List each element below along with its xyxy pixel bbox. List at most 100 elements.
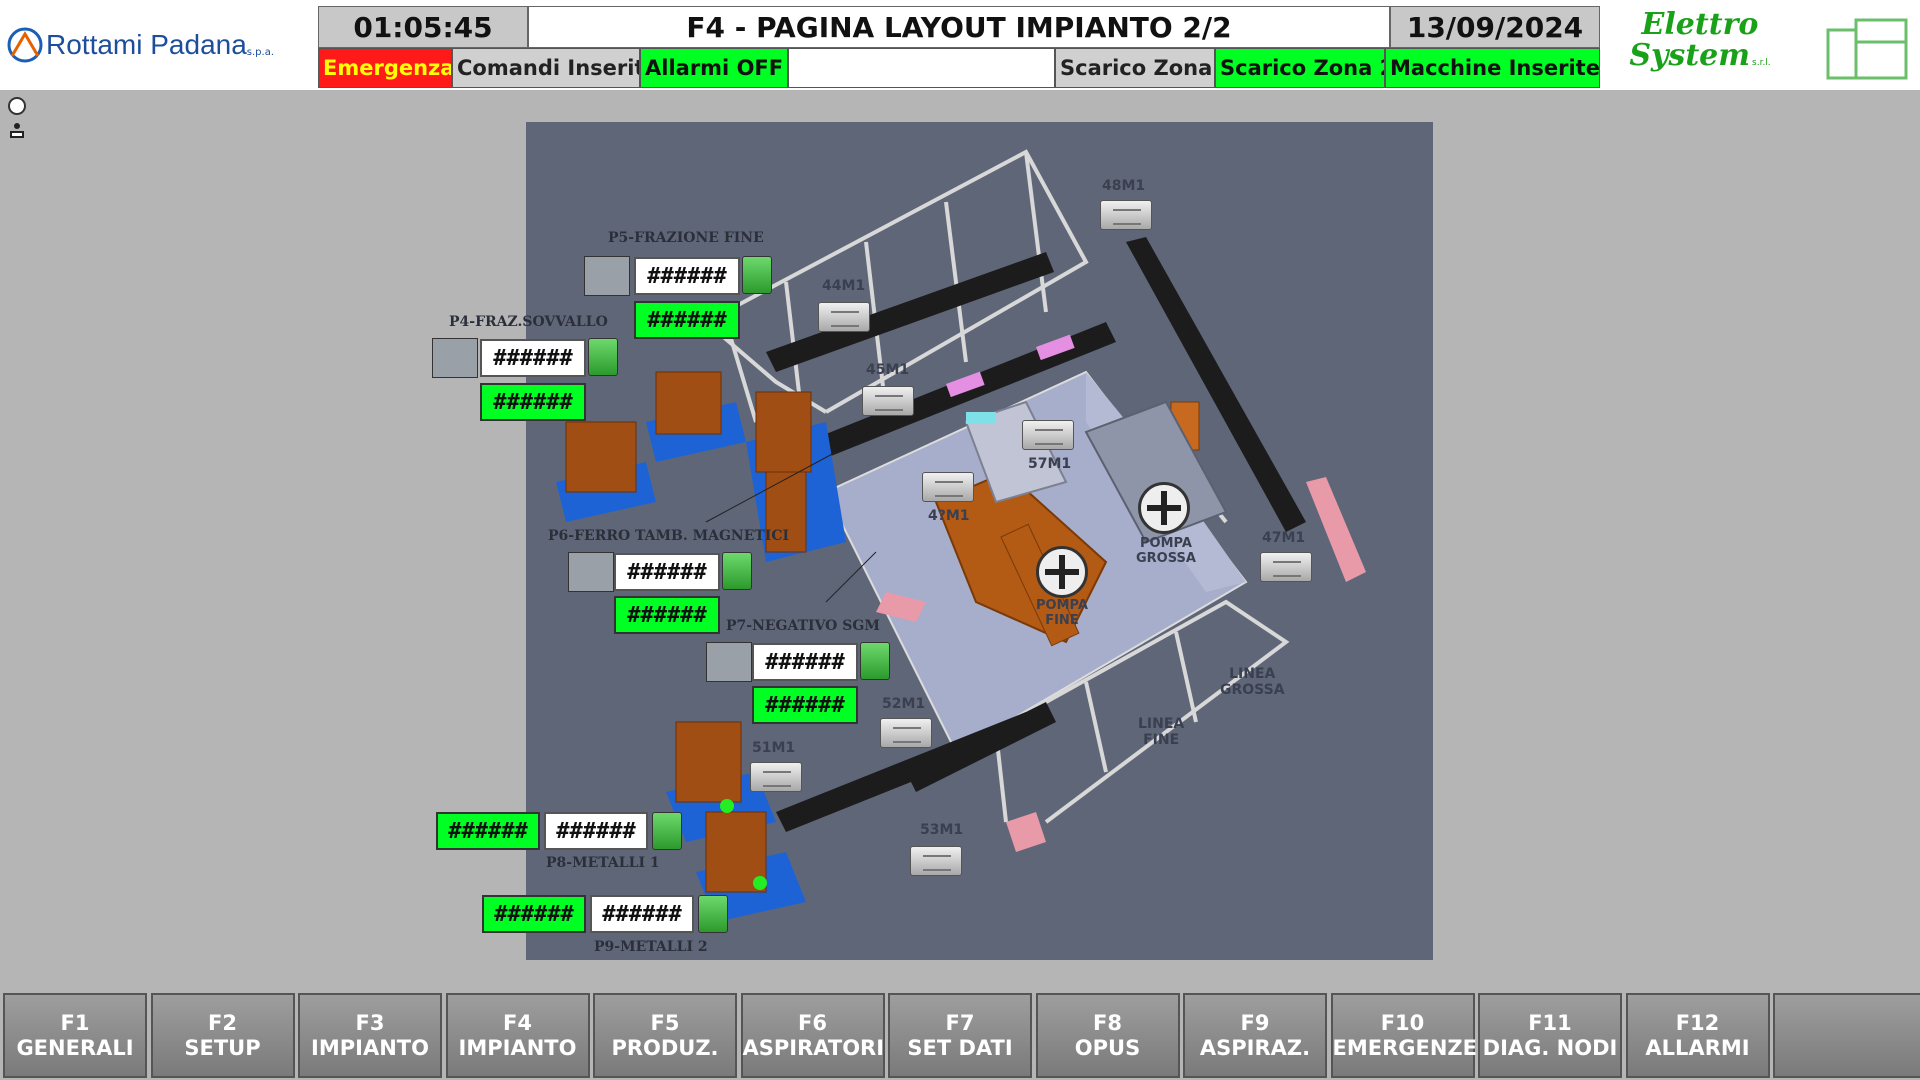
motor-57m1[interactable]: [1022, 420, 1074, 450]
fkey-label: PRODUZ.: [611, 1035, 719, 1060]
logo-left-text: Rottami Padana: [46, 29, 247, 60]
fkey-label: SET DATI: [907, 1035, 1013, 1060]
tank-p8[interactable]: [652, 812, 682, 850]
clock: 01:05:45: [318, 6, 528, 48]
motor-51m1-label: 51M1: [752, 740, 796, 756]
status-commands[interactable]: Comandi Inseriti: [452, 48, 640, 88]
p9-value-white: ######: [590, 895, 694, 933]
status-discharge1-label: Scarico Zona 1: [1060, 56, 1214, 80]
radio-indicator[interactable]: [8, 97, 26, 115]
p4-value-white: ######: [480, 339, 586, 377]
fan-2-icon[interactable]: [1036, 546, 1088, 598]
fkey-number: F2: [208, 1010, 237, 1035]
logo-right-line2: System: [1629, 38, 1751, 73]
valve-p4[interactable]: [432, 338, 478, 378]
fkey-number: F10: [1380, 1010, 1425, 1035]
user-login-icon[interactable]: [8, 122, 26, 140]
fkey-f6[interactable]: F6 ASPIRATORI: [740, 993, 885, 1078]
status-discharge-zone2[interactable]: Scarico Zona 2: [1215, 48, 1385, 88]
fkey-f4[interactable]: F4 IMPIANTO: [445, 993, 590, 1078]
tank-p4[interactable]: [588, 338, 618, 376]
p8-value-white: ######: [544, 812, 648, 850]
logo-left-suffix: s.p.a.: [246, 46, 275, 58]
motor-48m1-label: 48M1: [1102, 178, 1146, 194]
status-discharge-zone1[interactable]: Scarico Zona 1: [1055, 48, 1215, 88]
page-title: F4 - PAGINA LAYOUT IMPIANTO 2/2: [528, 6, 1390, 48]
motor-4xm1[interactable]: [922, 472, 974, 502]
status-machines-label: Macchine Inserite: [1390, 56, 1600, 80]
label-p6: P6-FERRO TAMB. MAGNETICI: [548, 528, 790, 544]
fan-1-icon[interactable]: [1138, 482, 1190, 534]
motor-48m1[interactable]: [1100, 200, 1152, 230]
stairs-right: [1306, 477, 1366, 582]
fkey-blank[interactable]: [1773, 993, 1920, 1078]
p6-value-white: ######: [614, 553, 720, 591]
fkey-label: GENERALI: [16, 1035, 134, 1060]
motor-52m1-label: 52M1: [882, 696, 926, 712]
logo-right-line1: Elettro: [1641, 7, 1759, 42]
status-emergency[interactable]: Emergenza: [318, 48, 452, 88]
fkey-f7[interactable]: F7 SET DATI: [888, 993, 1032, 1078]
motor-47m1[interactable]: [1260, 552, 1312, 582]
valve-p5[interactable]: [584, 256, 630, 296]
fkey-f8[interactable]: F8 OPUS: [1035, 993, 1180, 1078]
tank-p7[interactable]: [860, 642, 890, 680]
valve-p6[interactable]: [568, 552, 614, 592]
motor-52m1[interactable]: [880, 718, 932, 748]
fkey-number: F1: [60, 1010, 90, 1035]
page-title-text: F4 - PAGINA LAYOUT IMPIANTO 2/2: [686, 10, 1232, 44]
motor-51m1[interactable]: [750, 762, 802, 792]
status-emergency-label: Emergenza: [323, 56, 452, 80]
fkey-f10[interactable]: F10 EMERGENZE: [1330, 993, 1478, 1078]
status-machines[interactable]: Macchine Inserite: [1385, 48, 1600, 88]
label-p4: P4-FRAZ.SOVVALLO: [449, 314, 608, 330]
date-text: 13/09/2024: [1406, 10, 1584, 44]
fkey-f3[interactable]: F3 IMPIANTO: [298, 993, 442, 1078]
fkey-f2[interactable]: F2 SETUP: [150, 993, 295, 1078]
motor-53m1-label: 53M1: [920, 822, 964, 838]
fkey-number: F7: [945, 1010, 975, 1035]
motor-45m1-label: 45M1: [866, 362, 910, 378]
p5-value-green: ######: [634, 301, 740, 339]
p9-value-green: ######: [482, 895, 586, 933]
motor-53m1[interactable]: [910, 846, 962, 876]
rottami-logo-icon: [7, 27, 43, 63]
fkey-label: ASPIRATORI: [742, 1035, 885, 1060]
motor-57m1-label: 57M1: [1028, 456, 1072, 472]
fkey-number: F11: [1528, 1010, 1572, 1035]
status-commands-label: Comandi Inseriti: [457, 56, 640, 80]
valve-p7[interactable]: [706, 642, 752, 682]
fkey-label: ASPIRAZ.: [1199, 1035, 1311, 1060]
p5-value-white: ######: [634, 257, 740, 295]
conveyor-top: [766, 252, 1054, 372]
area-linea-grossa: LINEA GROSSA: [1220, 666, 1285, 698]
fkey-label: SETUP: [184, 1035, 261, 1060]
fkey-f11[interactable]: F11 DIAG. NODI: [1478, 993, 1622, 1078]
label-p7: P7-NEGATIVO SGM: [726, 618, 880, 634]
clock-text: 01:05:45: [353, 10, 493, 44]
status-alarms[interactable]: Allarmi OFF: [640, 48, 788, 88]
fkey-f1[interactable]: F1 GENERALI: [3, 993, 147, 1078]
fkey-f12[interactable]: F12 ALLARMI: [1625, 993, 1770, 1078]
motor-4xm1-label: 4?M1: [928, 508, 970, 524]
window-layout-icon[interactable]: [1826, 16, 1910, 82]
fkey-number: F6: [798, 1010, 827, 1035]
fkey-label: EMERGENZE: [1332, 1035, 1478, 1060]
motor-45m1[interactable]: [862, 386, 914, 416]
label-p9: P9-METALLI 2: [594, 939, 708, 955]
tank-p9[interactable]: [698, 895, 728, 933]
label-p8: P8-METALLI 1: [546, 855, 660, 871]
fkey-f5[interactable]: F5 PRODUZ.: [593, 993, 737, 1078]
fkey-number: F8: [1093, 1010, 1122, 1035]
area-linea-fine: LINEA FINE: [1138, 716, 1185, 748]
tank-p5[interactable]: [742, 256, 772, 294]
status-blank: [788, 48, 1055, 88]
motor-44m1[interactable]: [818, 302, 870, 332]
motor-47m1-label: 47M1: [1262, 530, 1306, 546]
fkey-label: DIAG. NODI: [1482, 1035, 1618, 1060]
tank-p6[interactable]: [722, 552, 752, 590]
date: 13/09/2024: [1390, 6, 1600, 48]
fkey-f9[interactable]: F9 ASPIRAZ.: [1183, 993, 1327, 1078]
logo-left: Rottami Padana s.p.a.: [6, 20, 316, 70]
p8-value-green: ######: [436, 812, 540, 850]
